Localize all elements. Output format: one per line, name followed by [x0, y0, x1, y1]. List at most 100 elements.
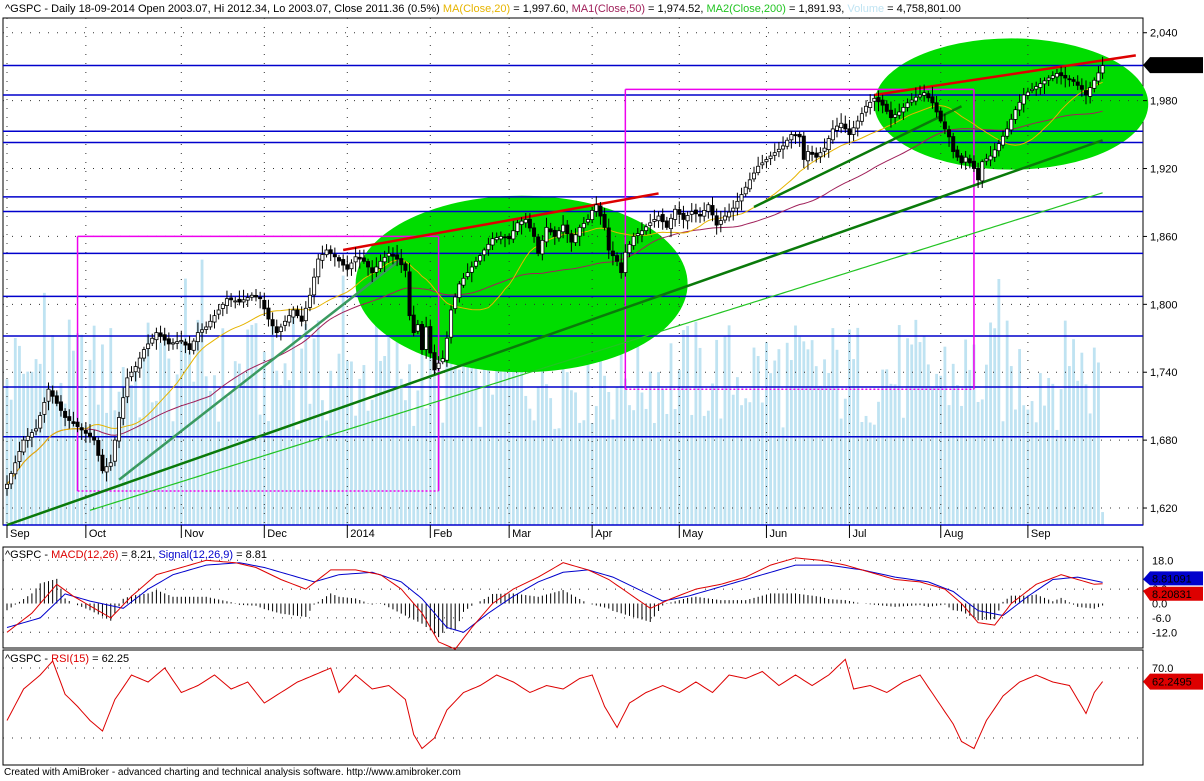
- volume-bar: [337, 353, 341, 525]
- candle-body: [976, 167, 981, 181]
- candle-body: [502, 236, 507, 239]
- candle-body: [797, 133, 802, 138]
- volume-bar: [175, 374, 179, 525]
- volume-bar: [1038, 373, 1042, 525]
- candle-body: [573, 234, 578, 244]
- volume-bar: [250, 324, 254, 525]
- candle-body: [785, 139, 790, 147]
- volume-bar: [740, 405, 743, 525]
- candle-body: [424, 326, 429, 350]
- candle-body: [536, 236, 541, 254]
- volume-bar: [1043, 405, 1046, 525]
- candle-body: [83, 430, 88, 434]
- volume-bar: [113, 410, 117, 525]
- volume-bar: [491, 394, 494, 525]
- volume-bar: [204, 376, 208, 525]
- candle-body: [465, 272, 470, 278]
- volume-bar: [951, 363, 955, 525]
- volume-bar: [590, 422, 594, 525]
- month-label: May: [682, 528, 703, 540]
- volume-bar: [706, 410, 710, 525]
- rsi-axis-label: 70.0: [1152, 663, 1173, 675]
- candle-body: [461, 277, 466, 286]
- candle-body: [930, 96, 935, 104]
- last-price-label: 2,011.36: [1152, 60, 1194, 72]
- volume-bar: [125, 389, 129, 525]
- volume-bar: [798, 336, 802, 525]
- volume-bar: [1101, 512, 1104, 525]
- volume-bar: [653, 422, 656, 525]
- price-axis-label: 1,980: [1150, 96, 1178, 108]
- volume-bar: [574, 392, 577, 525]
- candle-body: [868, 101, 873, 109]
- candle-body: [789, 134, 794, 141]
- candle-body: [1071, 79, 1076, 82]
- candle-body: [374, 266, 379, 273]
- header-ma20-label: MA(Close,20): [443, 3, 510, 15]
- candle-body: [92, 436, 97, 441]
- candle-body: [644, 226, 649, 232]
- price-axis-label: 1,860: [1150, 231, 1178, 243]
- candle-body: [9, 473, 14, 485]
- candle-body: [307, 294, 312, 308]
- candle-body: [137, 357, 142, 369]
- volume-bar: [980, 399, 984, 525]
- volume-bar: [321, 400, 324, 525]
- candle-body: [586, 219, 591, 223]
- candle-body: [345, 264, 350, 270]
- month-label: Nov: [184, 528, 204, 540]
- volume-bar: [955, 385, 959, 525]
- candle-body: [428, 326, 433, 354]
- volume-bar: [150, 402, 154, 525]
- volume-bar: [748, 402, 752, 525]
- candle-body: [610, 250, 615, 257]
- candle-body: [25, 435, 30, 441]
- candle-body: [490, 238, 495, 246]
- candle-body: [1084, 90, 1089, 96]
- candle-body: [664, 220, 669, 228]
- macd-header: ^GSPC - MACD(12,26) = 8.21, Signal(12,26…: [5, 549, 267, 561]
- volume-bar: [1076, 380, 1080, 525]
- month-label: Aug: [944, 528, 964, 540]
- volume-bar: [623, 378, 627, 525]
- candle-body: [498, 236, 503, 240]
- footer-credit: Created with AmiBroker - advanced charti…: [4, 767, 461, 778]
- month-label: Oct: [89, 528, 106, 540]
- volume-bar: [711, 383, 714, 525]
- price-axis-label: 1,680: [1150, 435, 1178, 447]
- volume-bar: [902, 417, 905, 525]
- chart-canvas[interactable]: 1,620 1,680 1,740 1,800 1,860 1,920 1,980 2,040…: [0, 0, 1204, 781]
- volume-bar: [221, 328, 225, 525]
- volume-bar: [893, 384, 897, 525]
- candle-body: [473, 260, 478, 267]
- candle-body: [1017, 101, 1022, 111]
- volume-bar: [947, 405, 951, 525]
- candle-body: [855, 120, 860, 129]
- candle-body: [457, 283, 462, 298]
- candle-body: [187, 343, 192, 350]
- candle-body: [54, 395, 59, 404]
- volume-bar: [9, 399, 13, 525]
- candle-body: [693, 209, 698, 215]
- volume-bar: [578, 422, 582, 525]
- rsi-header-value: = 62.25: [89, 653, 129, 665]
- candle-body: [938, 110, 943, 122]
- candle-body: [216, 309, 221, 315]
- candle-body: [411, 314, 416, 334]
- volume-bar: [478, 426, 482, 525]
- header-ma20-value: = 1,997.60,: [510, 3, 571, 15]
- candle-body: [1038, 83, 1043, 88]
- candle-body: [233, 300, 238, 303]
- header-ma50-value: = 1,974.52,: [645, 3, 706, 15]
- volume-bar: [536, 387, 540, 525]
- candle-body: [681, 212, 686, 220]
- volume-bar: [657, 372, 660, 525]
- volume-bar: [644, 408, 648, 525]
- candle-body: [324, 249, 329, 256]
- volume-bar: [1026, 409, 1030, 525]
- candle-body: [996, 143, 1001, 152]
- candle-body: [58, 401, 63, 411]
- candle-body: [905, 102, 910, 108]
- candle-body: [104, 466, 109, 473]
- volume-bar: [350, 361, 353, 525]
